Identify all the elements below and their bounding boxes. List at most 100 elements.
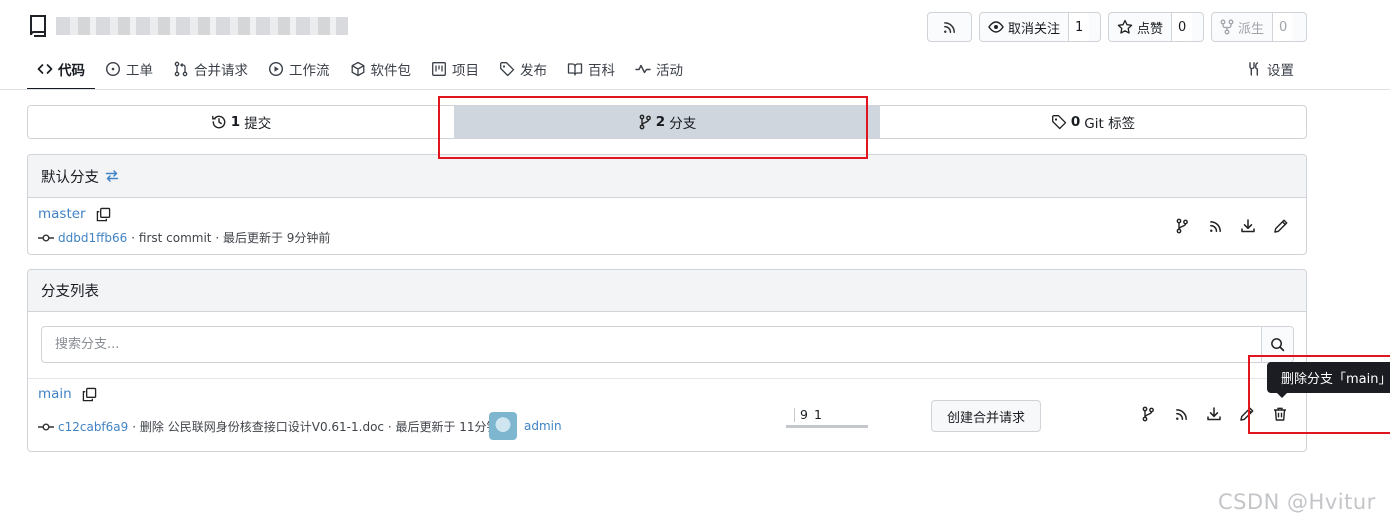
- commits-count: 1: [230, 114, 241, 130]
- star-count: 0: [1171, 13, 1193, 41]
- tag-icon: [1051, 114, 1067, 130]
- tools-icon: [1246, 61, 1262, 77]
- repo-title-redacted: [56, 17, 348, 35]
- branch-list-header: 分支列表: [28, 270, 1306, 312]
- tab-label: 项目: [452, 63, 479, 79]
- star-icon: [1117, 19, 1133, 35]
- commits-behind: 9: [800, 407, 808, 422]
- package-icon: [350, 61, 366, 77]
- default-branch-header: 默认分支: [28, 155, 1306, 198]
- code-icon: [37, 61, 53, 77]
- watch-count: 1: [1068, 13, 1090, 41]
- tab-projects[interactable]: 项目: [421, 50, 489, 88]
- tab-code[interactable]: 代码: [27, 50, 95, 90]
- default-branch-actions: [1174, 218, 1289, 234]
- branch-link-main[interactable]: main: [38, 386, 72, 402]
- rss-icon[interactable]: [1207, 218, 1223, 234]
- default-branch-heading: 默认分支: [41, 169, 99, 186]
- repo-icon: [28, 14, 48, 38]
- tab-label: 发布: [520, 63, 547, 79]
- branch-meta: c12cabf6a9 · 删除 公民联网身份核查接口设计V0.61-1.doc …: [38, 418, 511, 435]
- rss-icon: [942, 20, 957, 35]
- branch-list-heading: 分支列表: [41, 284, 99, 300]
- fork-count: 0: [1272, 13, 1294, 41]
- branch-search: [41, 326, 1294, 363]
- commit-sha-link[interactable]: ddbd1ffb66: [58, 231, 127, 245]
- default-branch-segment: 默认分支 master ddbd1ffb66 · first commit · …: [27, 154, 1307, 255]
- tab-settings[interactable]: 设置: [1236, 50, 1304, 88]
- commits-stat[interactable]: 1 提交: [28, 106, 454, 138]
- ahead-behind-indicator: 1 9: [786, 407, 868, 428]
- fork-icon: [1220, 19, 1234, 35]
- tab-label: 合并请求: [194, 63, 248, 79]
- tab-label: 工单: [126, 63, 153, 79]
- tab-label: 设置: [1267, 63, 1294, 79]
- commit-message: · first commit · 最后更新于 9分钟前: [131, 231, 331, 245]
- tab-activity[interactable]: 活动: [625, 50, 693, 88]
- table-row: main c12cabf6a9 · 删除 公民联网身份核查接口设计V0.61-1…: [28, 379, 1306, 452]
- copy-icon[interactable]: [82, 387, 97, 402]
- download-icon[interactable]: [1206, 406, 1222, 422]
- tab-issues[interactable]: 工单: [95, 50, 163, 88]
- default-branch-meta: ddbd1ffb66 · first commit · 最后更新于 9分钟前: [38, 229, 330, 246]
- commits-label: 提交: [244, 116, 272, 132]
- avatar[interactable]: [489, 412, 517, 440]
- watermark: CSDN @Hvitur: [1218, 490, 1376, 514]
- tags-label: Git 标签: [1084, 116, 1136, 132]
- tab-label: 百科: [588, 63, 615, 79]
- rss-button[interactable]: [927, 12, 972, 42]
- tab-label: 代码: [58, 63, 85, 79]
- tab-wiki[interactable]: 百科: [557, 50, 625, 88]
- tag-icon: [499, 61, 515, 77]
- commit-icon: [38, 233, 54, 243]
- tab-label: 软件包: [370, 63, 412, 79]
- pencil-icon[interactable]: [1273, 218, 1289, 234]
- commit-sha-link[interactable]: c12cabf6a9: [58, 420, 128, 434]
- unwatch-button[interactable]: 取消关注 1: [979, 12, 1101, 42]
- eye-icon: [988, 19, 1004, 35]
- default-branch-row: master: [38, 206, 111, 222]
- highlight-box-delete: [1248, 355, 1390, 434]
- pull-request-icon: [173, 61, 189, 77]
- fork-button[interactable]: 派生 0: [1211, 12, 1307, 42]
- branch-search-input[interactable]: [42, 327, 1261, 362]
- repo-nav: 代码 工单 合并请求 工作流 软件包 项目 发布 百科 活动: [27, 50, 693, 90]
- tab-actions[interactable]: 工作流: [258, 50, 340, 88]
- ahead-behind-bar: [786, 425, 868, 428]
- star-label: 点赞: [1137, 21, 1164, 37]
- tags-stat[interactable]: 0 Git 标签: [880, 106, 1306, 138]
- issue-icon: [105, 61, 121, 77]
- fork-label: 派生: [1238, 21, 1265, 37]
- commits-ahead: 1: [814, 407, 822, 422]
- branch-name-row: main: [38, 386, 97, 402]
- commit-message: · 删除 公民联网身份核查接口设计V0.61-1.doc · 最后更新于 11分…: [132, 420, 511, 434]
- play-icon: [268, 61, 284, 77]
- branch-icon[interactable]: [1140, 406, 1156, 422]
- tab-pull-requests[interactable]: 合并请求: [163, 50, 258, 88]
- unwatch-label: 取消关注: [1008, 21, 1061, 37]
- project-icon: [431, 61, 447, 77]
- search-icon: [1270, 337, 1285, 352]
- tab-releases[interactable]: 发布: [489, 50, 557, 88]
- book-icon: [567, 61, 583, 77]
- tab-label: 活动: [656, 63, 683, 79]
- switch-icon[interactable]: [105, 169, 119, 183]
- tab-label: 工作流: [289, 63, 330, 79]
- copy-icon[interactable]: [96, 207, 111, 222]
- history-icon: [211, 114, 227, 130]
- star-button[interactable]: 点赞 0: [1108, 12, 1204, 42]
- commit-icon: [38, 422, 54, 432]
- divider: [794, 408, 795, 422]
- author-link[interactable]: admin: [524, 419, 562, 433]
- branch-link-master[interactable]: master: [38, 206, 86, 222]
- branch-list-segment: 分支列表 main c12cabf6a9 · 删除 公民联网身份核查接口设计V0…: [27, 269, 1307, 452]
- rss-icon[interactable]: [1173, 406, 1189, 422]
- nav-divider: [0, 89, 1390, 90]
- pulse-icon: [635, 61, 651, 77]
- download-icon[interactable]: [1240, 218, 1256, 234]
- tab-packages[interactable]: 软件包: [340, 50, 422, 88]
- branch-icon[interactable]: [1174, 218, 1190, 234]
- tags-count: 0: [1070, 114, 1081, 130]
- highlight-box-branches: [438, 96, 868, 159]
- create-pull-request-button[interactable]: 创建合并请求: [931, 400, 1042, 432]
